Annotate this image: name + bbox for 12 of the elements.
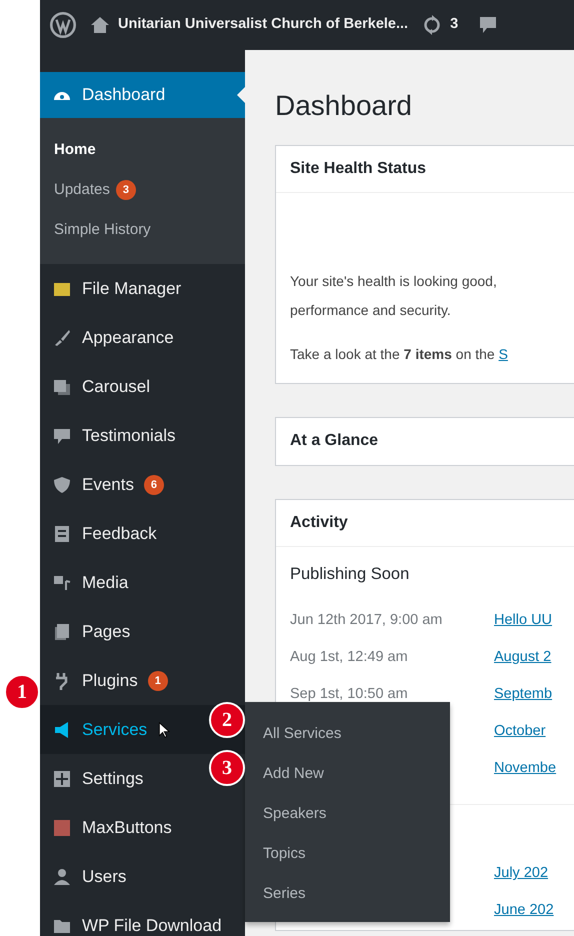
callout-marker: 1	[4, 674, 40, 710]
page-title: Dashboard	[275, 89, 413, 123]
status-text: performance and security.	[290, 300, 452, 320]
post-date: Aug 1st, 12:49 am	[290, 648, 409, 668]
count-badge: 1	[148, 670, 168, 690]
status-text: Take a look at the 7 items on the S	[290, 344, 509, 364]
section-heading: Publishing Soon	[290, 564, 410, 586]
post-date: Sep 1st, 10:50 am	[290, 685, 409, 704]
count-badge: 3	[116, 180, 136, 200]
count-badge: 6	[144, 474, 164, 494]
status-text: Your site's health is looking good,	[290, 272, 498, 291]
post-date: Jun 12th 2017, 9:00 am	[290, 611, 444, 630]
